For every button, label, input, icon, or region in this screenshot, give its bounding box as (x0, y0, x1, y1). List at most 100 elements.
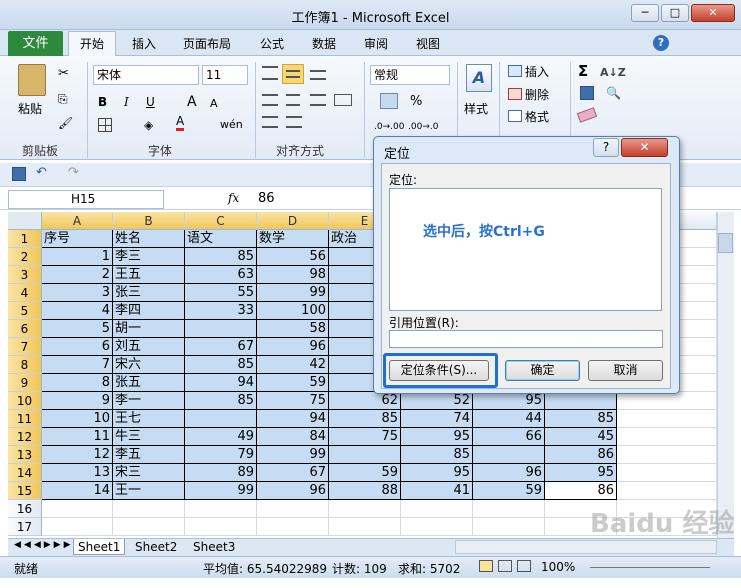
font-size-combo[interactable]: 11 (202, 65, 248, 85)
styles-icon[interactable]: A (466, 64, 492, 92)
table-cell[interactable]: 85 (329, 410, 401, 428)
vertical-scrollbar[interactable] (717, 212, 734, 538)
find-select-icon[interactable]: 🔍 (606, 86, 621, 100)
table-cell[interactable]: 58 (257, 320, 329, 338)
table-cell[interactable]: 2 (42, 266, 113, 284)
row-header[interactable]: 2 (8, 248, 42, 266)
styles-button[interactable]: 样式 (464, 100, 488, 117)
fill-color-icon[interactable]: ◈ (144, 116, 153, 134)
tab-insert[interactable]: 插入 (132, 35, 156, 52)
ok-button[interactable]: 确定 (505, 360, 580, 381)
header-cell[interactable]: 语文 (185, 230, 257, 248)
table-cell[interactable]: 牛三 (113, 428, 185, 446)
table-cell[interactable]: 59 (329, 464, 401, 482)
undo-icon[interactable]: ↶ (36, 165, 47, 180)
tab-data[interactable]: 数据 (312, 35, 336, 52)
table-cell[interactable]: 95 (473, 392, 545, 410)
table-cell[interactable]: 9 (42, 392, 113, 410)
zoom-slider[interactable] (590, 567, 710, 568)
table-cell[interactable]: 42 (257, 356, 329, 374)
table-cell[interactable] (185, 320, 257, 338)
row-header[interactable]: 16 (8, 500, 42, 518)
table-cell[interactable]: 45 (545, 428, 617, 446)
row-header[interactable]: 5 (8, 302, 42, 320)
table-cell[interactable]: 100 (257, 302, 329, 320)
currency-icon[interactable] (380, 93, 398, 109)
table-cell[interactable] (329, 500, 401, 518)
table-cell[interactable]: 96 (257, 338, 329, 356)
table-cell[interactable]: 55 (185, 284, 257, 302)
table-cell[interactable]: 86 (545, 482, 617, 500)
table-cell[interactable]: 84 (257, 428, 329, 446)
table-cell[interactable]: 85 (185, 392, 257, 410)
table-cell[interactable]: 96 (473, 464, 545, 482)
table-cell[interactable]: 李五 (113, 446, 185, 464)
header-cell[interactable]: 姓名 (113, 230, 185, 248)
header-cell[interactable]: 序号 (42, 230, 113, 248)
fx-label[interactable]: fx (228, 191, 239, 205)
table-cell[interactable]: 95 (401, 464, 473, 482)
normal-view-icon[interactable] (479, 560, 493, 572)
zoom-level[interactable]: 100% (541, 560, 575, 574)
percent-button[interactable]: % (410, 93, 422, 111)
tab-formulas[interactable]: 公式 (260, 35, 284, 52)
row-header[interactable]: 13 (8, 446, 42, 464)
increase-decimal-icon[interactable]: .0→.00 (374, 118, 404, 136)
tab-home[interactable]: 开始 (80, 35, 104, 52)
row-header[interactable]: 6 (8, 320, 42, 338)
table-cell[interactable]: 99 (257, 284, 329, 302)
table-cell[interactable]: 75 (257, 392, 329, 410)
table-cell[interactable] (257, 500, 329, 518)
table-cell[interactable] (473, 500, 545, 518)
row-header[interactable]: 10 (8, 392, 42, 410)
table-cell[interactable]: 98 (257, 266, 329, 284)
column-header-d[interactable]: D (257, 212, 329, 230)
table-cell[interactable] (185, 500, 257, 518)
column-header-c[interactable]: C (185, 212, 257, 230)
fill-icon[interactable] (580, 86, 594, 100)
column-header-a[interactable]: A (42, 212, 113, 230)
row-header[interactable]: 3 (8, 266, 42, 284)
maximize-button[interactable]: □ (661, 4, 689, 22)
table-cell[interactable]: 8 (42, 374, 113, 392)
table-cell[interactable]: 10 (42, 410, 113, 428)
table-cell[interactable]: 95 (545, 464, 617, 482)
table-cell[interactable]: 李四 (113, 302, 185, 320)
table-cell[interactable] (617, 464, 717, 482)
table-cell[interactable]: 1 (42, 248, 113, 266)
table-cell[interactable]: 86 (545, 446, 617, 464)
autosum-button[interactable]: Σ (578, 62, 588, 80)
phonetic-button[interactable]: wén (220, 116, 243, 134)
formula-input[interactable]: 86 (258, 191, 275, 206)
cut-icon[interactable]: ✂ (58, 66, 69, 81)
italic-button[interactable]: I (124, 93, 129, 111)
sort-filter-icon[interactable]: A↓Z (600, 66, 626, 79)
row-header[interactable]: 11 (8, 410, 42, 428)
table-cell[interactable]: 14 (42, 482, 113, 500)
table-cell[interactable]: 79 (185, 446, 257, 464)
table-cell[interactable]: 胡一 (113, 320, 185, 338)
row-header[interactable]: 14 (8, 464, 42, 482)
table-cell[interactable]: 王五 (113, 266, 185, 284)
sheet-nav-arrows[interactable]: ◀◀◀▶▶▶ (14, 540, 74, 550)
tab-view[interactable]: 视图 (416, 35, 440, 52)
table-cell[interactable]: 44 (473, 410, 545, 428)
insert-cells-icon[interactable] (508, 65, 522, 77)
tab-page-layout[interactable]: 页面布局 (183, 35, 231, 52)
table-cell[interactable] (473, 518, 545, 536)
row-header[interactable]: 17 (8, 518, 42, 536)
table-cell[interactable] (473, 446, 545, 464)
table-cell[interactable]: 3 (42, 284, 113, 302)
table-cell[interactable]: 94 (185, 374, 257, 392)
table-cell[interactable]: 56 (257, 248, 329, 266)
table-cell[interactable] (401, 500, 473, 518)
table-cell[interactable] (257, 518, 329, 536)
table-cell[interactable]: 59 (257, 374, 329, 392)
table-cell[interactable]: 85 (185, 356, 257, 374)
tab-file[interactable]: 文件 (8, 31, 63, 56)
table-cell[interactable]: 59 (473, 482, 545, 500)
table-cell[interactable]: 王七 (113, 410, 185, 428)
font-name-combo[interactable]: 宋体 (93, 65, 199, 85)
page-break-view-icon[interactable] (517, 560, 531, 572)
table-cell[interactable]: 96 (257, 482, 329, 500)
